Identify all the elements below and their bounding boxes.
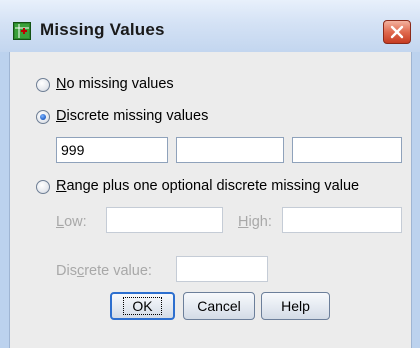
ok-button[interactable]: OK (110, 292, 175, 320)
missing-values-dialog: Missing Values No missing values Discret… (0, 0, 420, 348)
discrete-value-label: Discrete value: (56, 263, 152, 279)
dialog-body: No missing values Discrete missing value… (9, 52, 412, 348)
high-input[interactable] (282, 207, 402, 233)
range-discrete-value-input[interactable] (176, 256, 268, 282)
cancel-button[interactable]: Cancel (183, 292, 255, 320)
discrete-missing-values-label[interactable]: Discrete missing values (56, 108, 208, 124)
discrete-missing-values-radio[interactable] (36, 110, 50, 124)
discrete-value-1-input[interactable] (56, 137, 168, 163)
close-button[interactable] (383, 20, 411, 44)
high-label: High: (238, 214, 272, 230)
close-icon (390, 25, 404, 39)
range-missing-value-label[interactable]: Range plus one optional discrete missing… (56, 178, 359, 194)
spss-app-icon (13, 22, 31, 40)
no-missing-values-label[interactable]: No missing values (56, 76, 174, 92)
title-bar[interactable]: Missing Values (0, 0, 420, 52)
range-missing-value-radio[interactable] (36, 180, 50, 194)
low-label: Low: (56, 214, 87, 230)
discrete-value-2-input[interactable] (176, 137, 284, 163)
no-missing-values-radio[interactable] (36, 78, 50, 92)
low-input[interactable] (106, 207, 223, 233)
discrete-value-3-input[interactable] (292, 137, 402, 163)
help-button[interactable]: Help (261, 292, 330, 320)
window-title: Missing Values (40, 20, 165, 39)
